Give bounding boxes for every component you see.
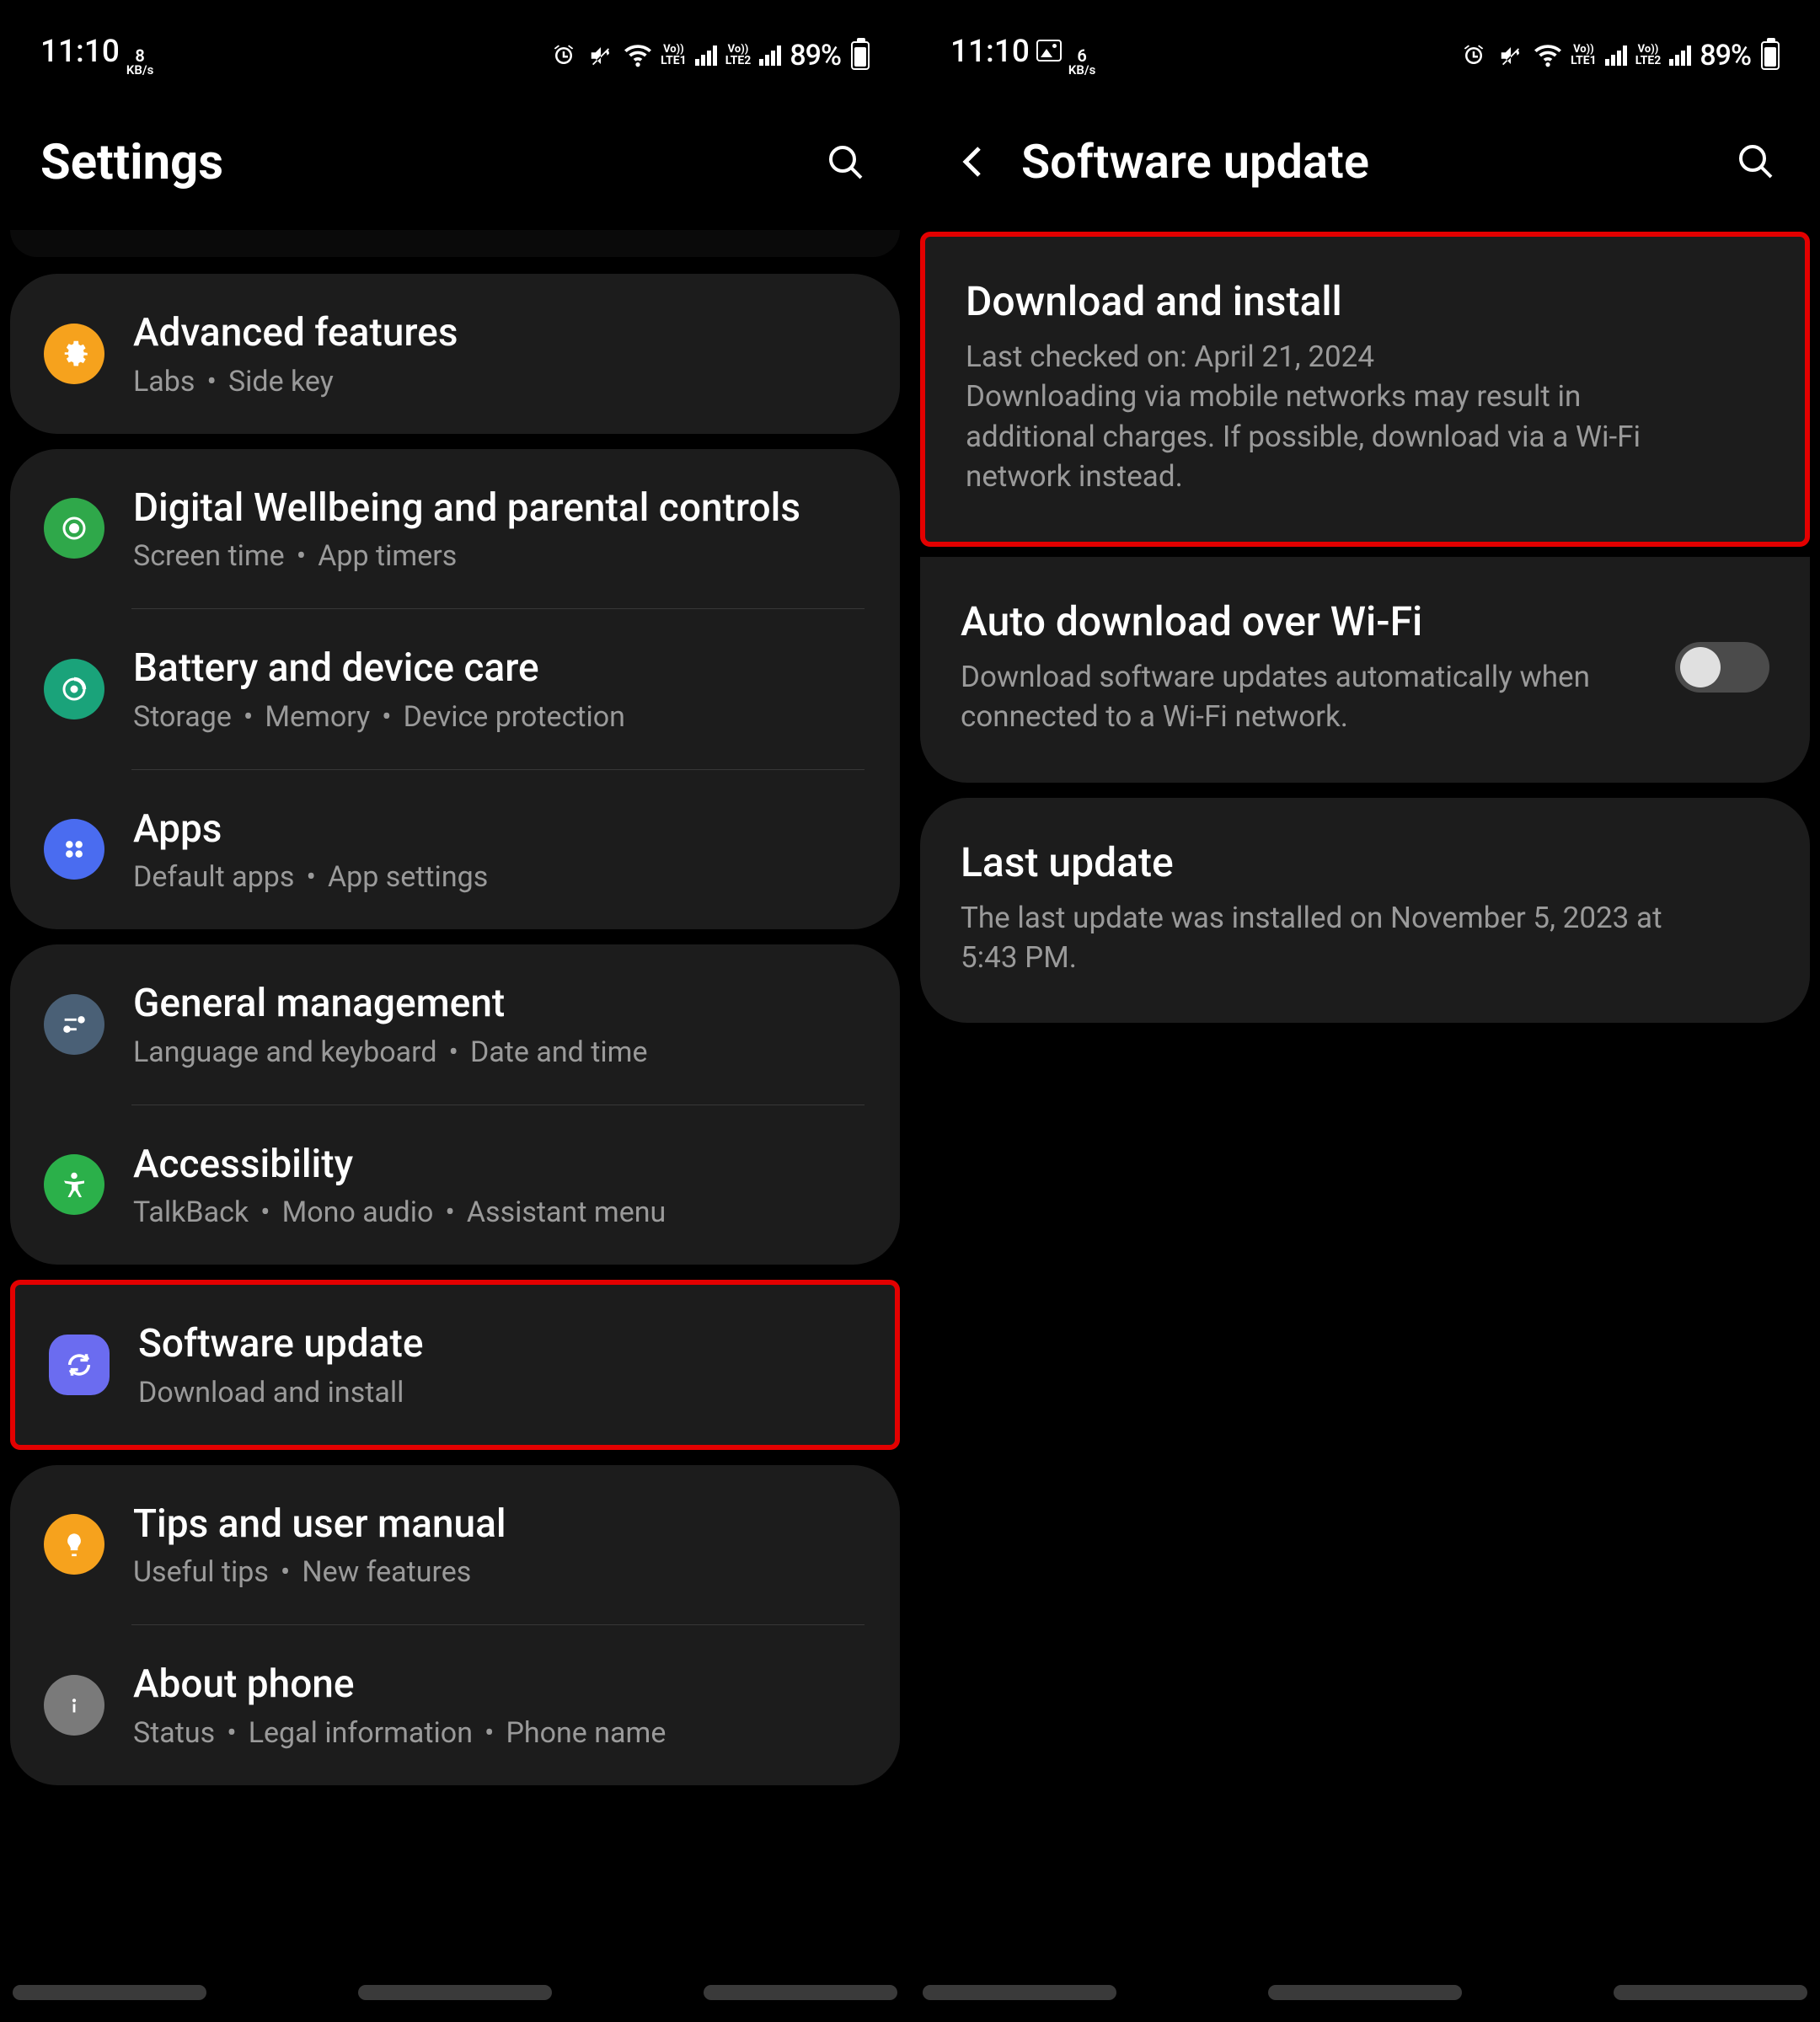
last-update-item[interactable]: Last update The last update was installe… [920, 798, 1810, 1024]
settings-group: Digital Wellbeing and parental controls S… [10, 449, 900, 930]
settings-item-title: Software update [138, 1320, 861, 1369]
network-speed: 6 KB/s [1068, 47, 1095, 77]
signal1-icon [695, 45, 717, 66]
about-phone-icon [44, 1675, 104, 1736]
search-button[interactable] [1732, 138, 1780, 185]
nav-home[interactable] [358, 1985, 552, 2000]
scroll-shadow [10, 230, 900, 257]
battery-icon [1761, 41, 1780, 70]
settings-item-battery-and-device-care[interactable]: Battery and device care StorageMemoryDevi… [10, 609, 900, 769]
settings-group: General management Language and keyboardD… [10, 944, 900, 1265]
settings-list: Advanced features LabsSide key Digital Wel… [0, 274, 910, 1785]
page-title: Software update [1021, 134, 1369, 190]
download-install-item[interactable]: Download and install Last checked on: Ap… [920, 232, 1810, 547]
nav-recents[interactable] [923, 1985, 1116, 2000]
search-button[interactable] [822, 139, 870, 186]
volte1-indicator: Vo))LTE1 [1571, 44, 1597, 67]
wifi-icon [624, 41, 652, 70]
settings-group: Tips and user manual Useful tipsNew featu… [10, 1465, 900, 1785]
clock-time: 11:10 [950, 34, 1030, 70]
mute-icon [1496, 41, 1525, 70]
status-bar: 11:10 8 KB/s Vo))LTE1 Vo))LTE2 [0, 0, 910, 85]
settings-screen: 11:10 8 KB/s Vo))LTE1 Vo))LTE2 [0, 0, 910, 2022]
volte1-indicator: Vo))LTE1 [661, 44, 687, 67]
general-management-icon [44, 994, 104, 1055]
settings-item-subtitle: TalkBackMono audioAssistant menu [133, 1196, 866, 1229]
settings-item-title: Tips and user manual [133, 1500, 866, 1549]
last-update-title: Last update [961, 838, 1769, 886]
settings-item-subtitle: Language and keyboardDate and time [133, 1035, 866, 1069]
system-navigation-bar [910, 1985, 1820, 2000]
settings-item-about-phone[interactable]: About phone StatusLegal informationPhone … [10, 1625, 900, 1785]
auto-download-toggle[interactable] [1675, 642, 1769, 693]
alarm-icon [549, 41, 578, 70]
settings-item-title: Advanced features [133, 309, 866, 358]
auto-download-title: Auto download over Wi-Fi [961, 597, 1650, 645]
nav-home[interactable] [1268, 1985, 1462, 2000]
settings-item-subtitle: Useful tipsNew features [133, 1555, 866, 1589]
signal1-icon [1605, 45, 1627, 66]
settings-header: Settings [0, 85, 910, 230]
settings-item-tips-and-user-manual[interactable]: Tips and user manual Useful tipsNew featu… [10, 1465, 900, 1625]
volte2-indicator: Vo))LTE2 [1635, 44, 1662, 67]
mute-icon [586, 41, 615, 70]
status-icons: Vo))LTE1 Vo))LTE2 89% [549, 39, 870, 72]
settings-item-subtitle: Screen timeApp timers [133, 539, 866, 573]
nav-back[interactable] [704, 1985, 897, 2000]
settings-item-advanced-features[interactable]: Advanced features LabsSide key [10, 274, 900, 434]
settings-item-subtitle: StorageMemoryDevice protection [133, 700, 866, 734]
settings-group: Software update Download and install [10, 1280, 900, 1450]
download-install-title: Download and install [966, 277, 1764, 325]
settings-item-title: About phone [133, 1661, 866, 1709]
settings-item-digital-wellbeing-and-parental-controls[interactable]: Digital Wellbeing and parental controls S… [10, 449, 900, 609]
system-navigation-bar [0, 1985, 910, 2000]
wifi-icon [1534, 41, 1562, 70]
settings-item-title: Accessibility [133, 1141, 866, 1190]
signal2-icon [1669, 45, 1691, 66]
battery-icon [851, 41, 870, 70]
download-install-sub: Last checked on: April 21, 2024 Download… [966, 337, 1707, 496]
settings-item-apps[interactable]: Apps Default appsApp settings [10, 770, 900, 930]
settings-item-title: Apps [133, 805, 866, 854]
accessibility-icon [44, 1154, 104, 1215]
screenshot-icon [1036, 40, 1062, 62]
tips-manual-icon [44, 1514, 104, 1575]
settings-item-title: Battery and device care [133, 645, 866, 693]
software-update-screen: 11:10 6 KB/s Vo))LTE1 Vo))L [910, 0, 1820, 2022]
status-bar: 11:10 6 KB/s Vo))LTE1 Vo))L [910, 0, 1820, 85]
settings-item-subtitle: Default appsApp settings [133, 860, 866, 894]
settings-item-general-management[interactable]: General management Language and keyboardD… [10, 944, 900, 1105]
nav-back[interactable] [1614, 1985, 1807, 2000]
back-button[interactable] [950, 138, 998, 185]
signal2-icon [759, 45, 781, 66]
software-update-icon [49, 1335, 110, 1395]
page-title: Settings [40, 134, 223, 191]
settings-item-software-update[interactable]: Software update Download and install [15, 1285, 895, 1445]
clock-time: 11:10 [40, 34, 120, 70]
auto-download-sub: Download software updates automatically … [961, 657, 1650, 737]
battery-percentage: 89% [790, 39, 841, 72]
network-speed: 8 KB/s [126, 47, 153, 77]
settings-item-subtitle: Download and install [138, 1376, 861, 1410]
settings-group: Advanced features LabsSide key [10, 274, 900, 434]
settings-item-accessibility[interactable]: Accessibility TalkBackMono audioAssistant… [10, 1105, 900, 1265]
apps-icon [44, 819, 104, 880]
software-update-header: Software update [910, 85, 1820, 228]
advanced-features-icon [44, 324, 104, 384]
settings-item-title: Digital Wellbeing and parental controls [133, 484, 866, 533]
nav-recents[interactable] [13, 1985, 206, 2000]
volte2-indicator: Vo))LTE2 [725, 44, 752, 67]
settings-item-title: General management [133, 980, 866, 1029]
settings-item-subtitle: StatusLegal informationPhone name [133, 1716, 866, 1750]
auto-download-item[interactable]: Auto download over Wi-Fi Download softwa… [920, 557, 1810, 783]
settings-item-subtitle: LabsSide key [133, 365, 866, 399]
digital-wellbeing-icon [44, 498, 104, 559]
alarm-icon [1459, 41, 1488, 70]
battery-percentage: 89% [1700, 39, 1751, 72]
last-update-sub: The last update was installed on Novembe… [961, 898, 1702, 978]
status-icons: Vo))LTE1 Vo))LTE2 89% [1459, 39, 1780, 72]
battery-device-care-icon [44, 659, 104, 719]
